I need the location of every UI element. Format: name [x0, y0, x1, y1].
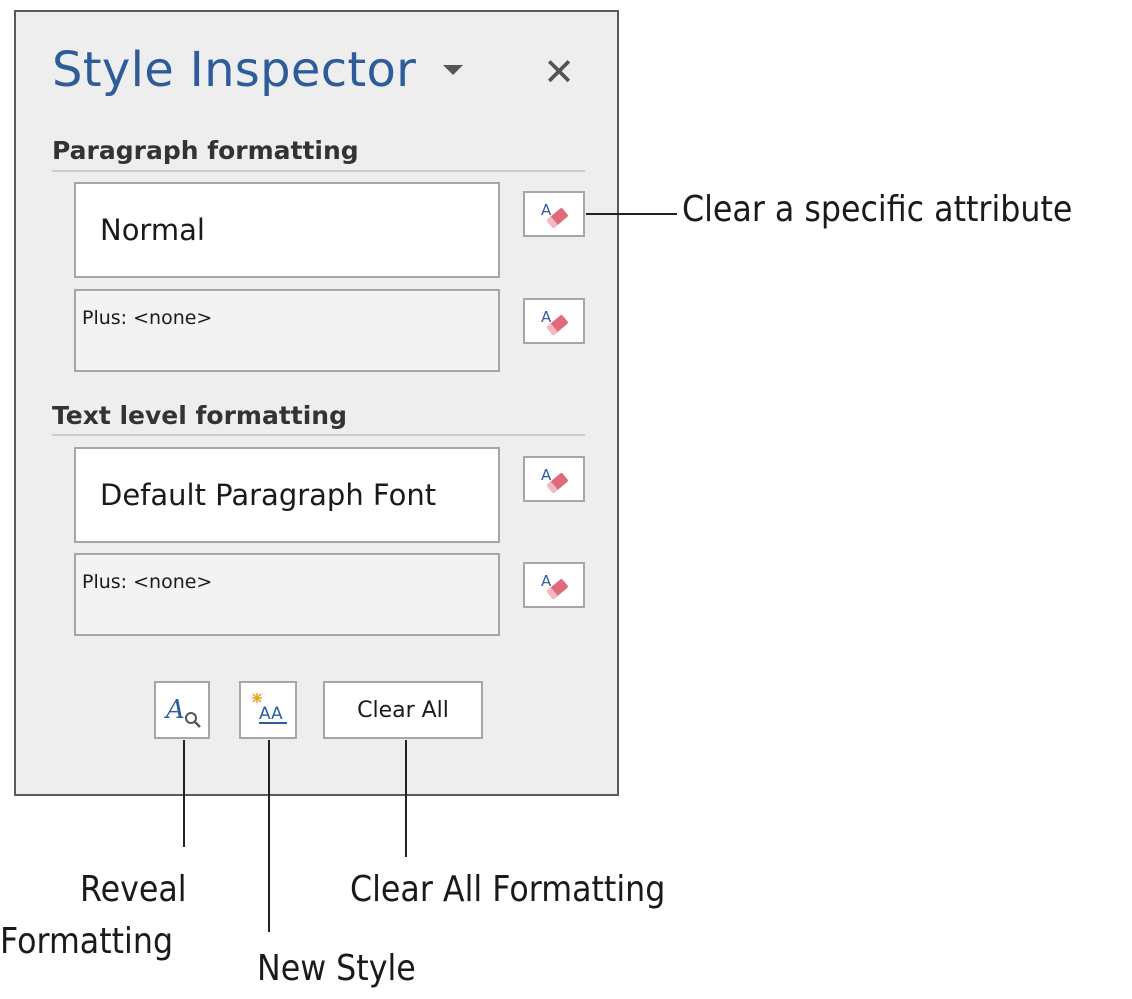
paragraph-style-value: Normal — [100, 213, 205, 247]
text-style-box[interactable]: Default Paragraph Font — [74, 447, 500, 543]
clear-text-style-button[interactable]: A — [523, 456, 585, 502]
callout-line-clear-all-formatting — [405, 740, 407, 857]
svg-text:A: A — [271, 704, 283, 724]
callout-reveal-formatting-line1: Reveal — [80, 869, 187, 910]
callout-clear-all-formatting: Clear All Formatting — [350, 869, 666, 910]
eraser-icon: A — [541, 201, 568, 229]
callout-reveal-formatting-line2: Formatting — [0, 921, 174, 962]
reveal-formatting-icon: A — [164, 695, 201, 728]
eraser-icon: A — [541, 572, 568, 600]
new-style-button[interactable]: A A — [239, 681, 297, 739]
paragraph-formatting-heading: Paragraph formatting — [52, 136, 359, 165]
clear-paragraph-plus-button[interactable]: A — [523, 298, 585, 344]
eraser-icon: A — [541, 466, 568, 494]
svg-text:A: A — [541, 466, 552, 484]
section-divider — [52, 434, 585, 436]
text-plus-value: Plus: <none> — [82, 571, 213, 593]
svg-text:A: A — [541, 308, 552, 326]
svg-text:A: A — [259, 704, 271, 724]
text-level-formatting-heading: Text level formatting — [52, 401, 347, 430]
clear-paragraph-style-button[interactable]: A — [523, 191, 585, 237]
callout-clear-attribute: Clear a specific attribute — [682, 189, 1073, 230]
text-plus-box[interactable]: Plus: <none> — [74, 553, 500, 636]
callout-line-new-style — [268, 740, 270, 932]
callout-line-reveal-formatting — [183, 740, 185, 847]
clear-all-button[interactable]: Clear All — [323, 681, 483, 739]
reveal-formatting-button[interactable]: A — [154, 681, 210, 739]
new-style-icon: A A — [252, 693, 287, 724]
svg-text:A: A — [164, 695, 185, 725]
title-dropdown-icon[interactable] — [443, 65, 463, 75]
section-divider — [52, 170, 585, 172]
paragraph-plus-box[interactable]: Plus: <none> — [74, 289, 500, 372]
pane-title: Style Inspector — [52, 42, 417, 98]
svg-text:A: A — [541, 572, 552, 590]
callout-new-style: New Style — [257, 948, 416, 989]
text-style-value: Default Paragraph Font — [100, 478, 437, 512]
callout-line-clear-attribute — [586, 213, 677, 215]
clear-text-plus-button[interactable]: A — [523, 562, 585, 608]
svg-text:A: A — [541, 201, 552, 219]
eraser-icon: A — [541, 308, 568, 336]
paragraph-style-box[interactable]: Normal — [74, 182, 500, 278]
close-button[interactable]: ✕ — [534, 47, 584, 97]
paragraph-plus-value: Plus: <none> — [82, 307, 213, 329]
